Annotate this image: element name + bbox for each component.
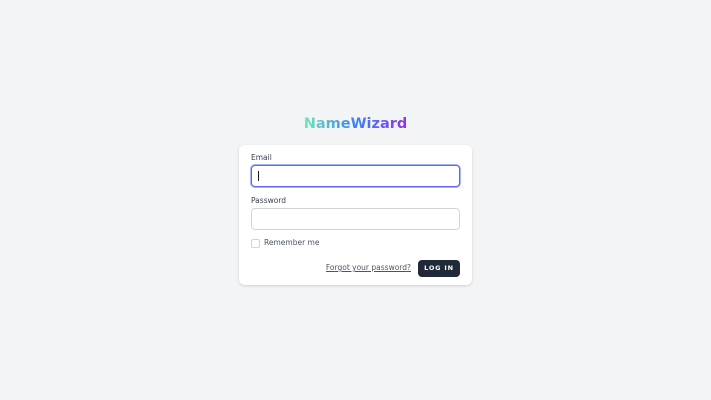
password-input[interactable] — [251, 208, 460, 230]
brand-name: NameWizard — [303, 116, 408, 132]
password-label: Password — [251, 196, 287, 205]
login-button[interactable]: LOG IN — [418, 260, 460, 277]
email-input[interactable] — [251, 165, 460, 187]
remember-me-checkbox[interactable] — [251, 239, 260, 248]
login-page: NameWizard Email Password Remember me Fo… — [0, 0, 711, 400]
remember-me-label[interactable]: Remember me — [264, 238, 319, 248]
login-card: Email Password Remember me Forgot your p… — [239, 145, 472, 285]
text-caret — [258, 171, 259, 181]
forgot-password-link[interactable]: Forgot your password? — [326, 263, 411, 273]
email-label: Email — [251, 153, 272, 162]
brand-logo[interactable]: NameWizard — [0, 114, 711, 134]
